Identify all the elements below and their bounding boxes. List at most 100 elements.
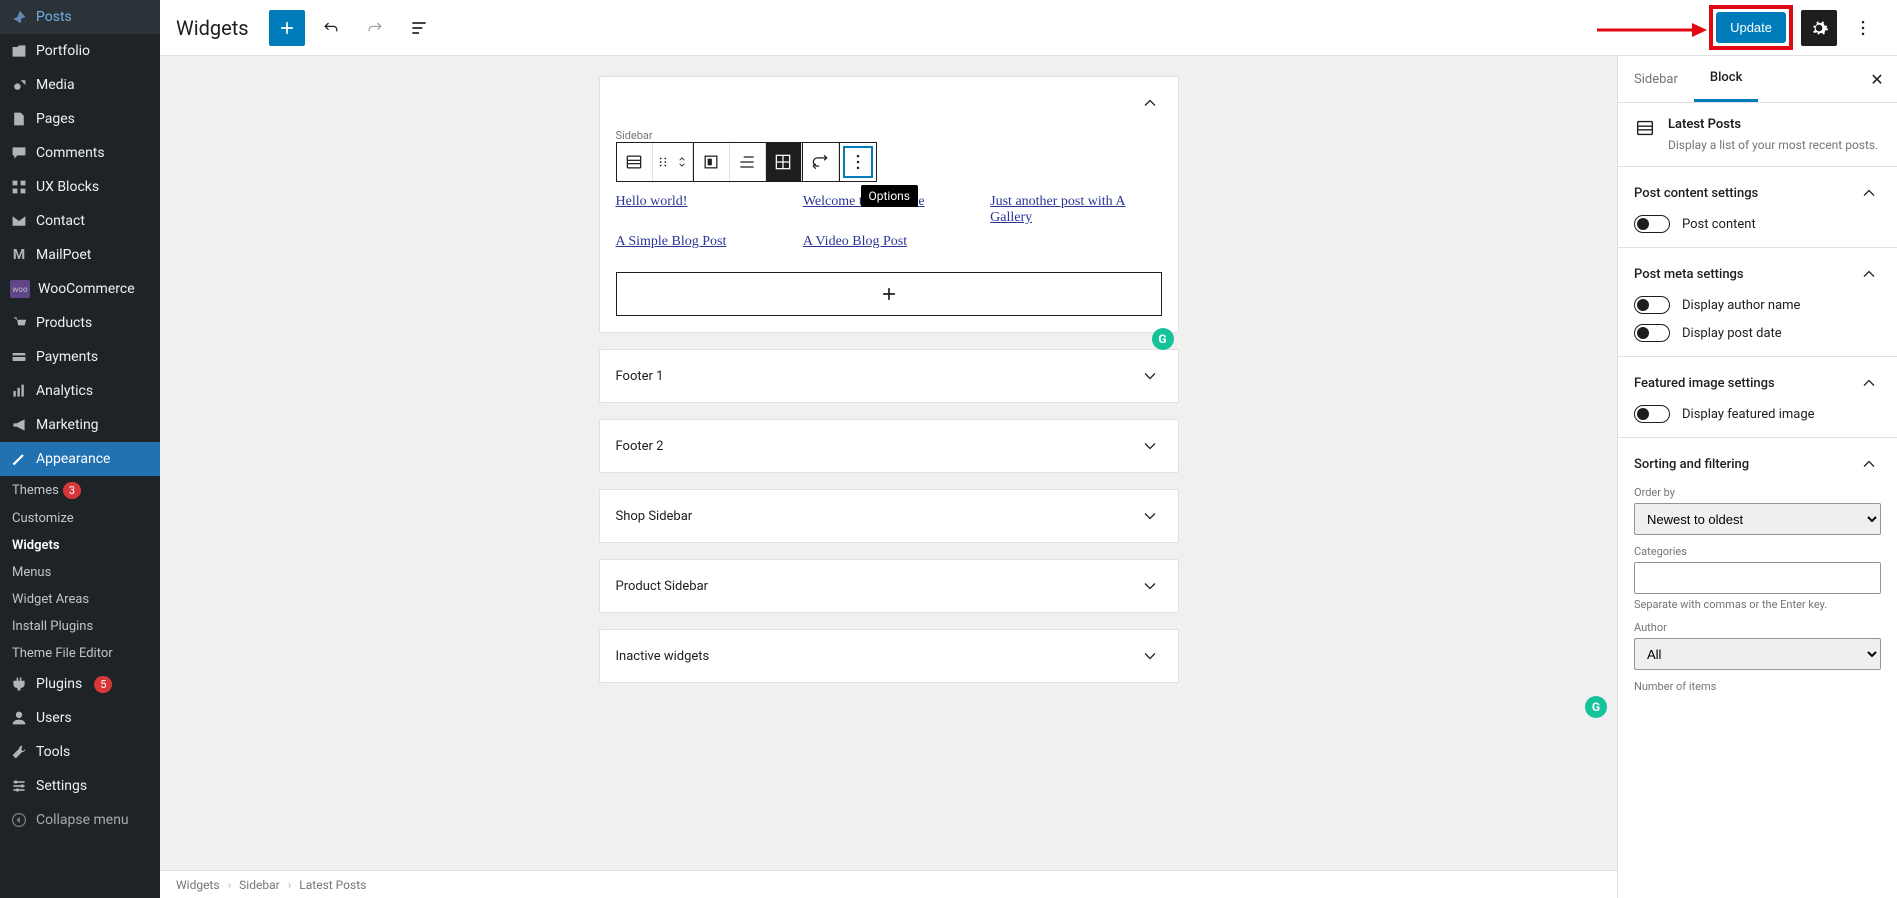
menu-appearance[interactable]: Appearance: [0, 442, 160, 476]
plugins-badge: 5: [94, 676, 112, 693]
main: Widgets Update: [160, 0, 1897, 898]
submenu-theme-file-editor[interactable]: Theme File Editor: [0, 640, 160, 667]
section-sorting[interactable]: Sorting and filtering: [1634, 452, 1881, 476]
chevron-up-icon: [1857, 262, 1881, 286]
submenu-widgets[interactable]: Widgets: [0, 532, 160, 559]
chevron-up-icon: [1857, 371, 1881, 395]
menu-users[interactable]: Users: [0, 701, 160, 735]
admin-sidebar: Posts Portfolio Media Pages Comments UX …: [0, 0, 160, 898]
menu-posts[interactable]: Posts: [0, 0, 160, 34]
widget-area-header[interactable]: Shop Sidebar: [600, 490, 1178, 542]
submenu-widget-areas[interactable]: Widget Areas: [0, 586, 160, 613]
menu-woocommerce[interactable]: wooWooCommerce: [0, 272, 160, 306]
themes-badge: 3: [63, 482, 81, 499]
list-view-button[interactable]: [401, 10, 437, 46]
update-button[interactable]: Update: [1716, 12, 1786, 43]
widget-area-header[interactable]: Inactive widgets: [600, 630, 1178, 682]
tab-sidebar[interactable]: Sidebar: [1618, 58, 1694, 101]
move-handle[interactable]: [673, 143, 693, 181]
menu-collapse[interactable]: Collapse menu: [0, 803, 160, 837]
grammarly-icon[interactable]: G: [1152, 328, 1174, 350]
widget-area-header[interactable]: Product Sidebar: [600, 560, 1178, 612]
menu-settings[interactable]: Settings: [0, 769, 160, 803]
submenu-menus[interactable]: Menus: [0, 559, 160, 586]
crumb-widgets[interactable]: Widgets: [176, 878, 220, 892]
post-link[interactable]: Hello world!: [616, 194, 787, 226]
section-post-content[interactable]: Post content settings: [1634, 181, 1881, 205]
order-by-select[interactable]: Newest to oldest: [1634, 503, 1881, 535]
pin-icon: [10, 8, 28, 26]
submenu-install-plugins[interactable]: Install Plugins: [0, 613, 160, 640]
block-title: Latest Posts: [1668, 117, 1878, 132]
menu-uxblocks[interactable]: UX Blocks: [0, 170, 160, 204]
close-settings-button[interactable]: ✕: [1857, 70, 1897, 89]
post-link[interactable]: A Simple Blog Post: [616, 234, 787, 250]
menu-payments[interactable]: Payments: [0, 340, 160, 374]
settings-tabs: Sidebar Block ✕: [1618, 56, 1897, 103]
widget-area-footer-2: Footer 2: [599, 419, 1179, 473]
mail-icon: [10, 212, 28, 230]
users-icon: [10, 709, 28, 727]
menu-products[interactable]: Products: [0, 306, 160, 340]
block-options-button[interactable]: [840, 143, 876, 181]
widget-area-sidebar-header[interactable]: [600, 77, 1178, 129]
redo-button[interactable]: [357, 10, 393, 46]
menu-marketing[interactable]: Marketing: [0, 408, 160, 442]
chevron-up-icon: [1857, 452, 1881, 476]
toggle-post-date[interactable]: [1634, 324, 1670, 342]
grammarly-icon[interactable]: G: [1585, 696, 1607, 718]
menu-comments[interactable]: Comments: [0, 136, 160, 170]
align-button[interactable]: [694, 143, 730, 181]
menu-contact[interactable]: Contact: [0, 204, 160, 238]
blocks-icon: [10, 178, 28, 196]
tools-icon: [10, 743, 28, 761]
menu-media[interactable]: Media: [0, 68, 160, 102]
grid-view-button[interactable]: [766, 143, 802, 181]
submenu-customize[interactable]: Customize: [0, 505, 160, 532]
toggle-featured-image[interactable]: [1634, 405, 1670, 423]
editor-canvas[interactable]: Sidebar: [160, 56, 1617, 898]
categories-input[interactable]: [1634, 562, 1881, 594]
widget-area-header[interactable]: Footer 1: [600, 350, 1178, 402]
post-link[interactable]: A Video Blog Post: [803, 234, 974, 250]
settings-toggle-button[interactable]: [1801, 10, 1837, 46]
toggle-author-name[interactable]: [1634, 296, 1670, 314]
crumb-sidebar[interactable]: Sidebar: [239, 878, 280, 892]
chevron-up-icon: [1857, 181, 1881, 205]
list-view-button-2[interactable]: [730, 143, 766, 181]
add-block-button[interactable]: [269, 10, 305, 46]
crumb-latest-posts[interactable]: Latest Posts: [299, 878, 366, 892]
menu-portfolio[interactable]: Portfolio: [0, 34, 160, 68]
drag-handle[interactable]: [653, 143, 673, 181]
appearance-icon: [10, 450, 28, 468]
post-link[interactable]: Just another post with A Gallery: [990, 194, 1161, 226]
section-featured-image[interactable]: Featured image settings: [1634, 371, 1881, 395]
section-post-meta[interactable]: Post meta settings: [1634, 262, 1881, 286]
toggle-post-content[interactable]: [1634, 215, 1670, 233]
widget-area-header[interactable]: Footer 2: [600, 420, 1178, 472]
woo-icon: woo: [10, 280, 30, 298]
menu-analytics[interactable]: Analytics: [0, 374, 160, 408]
menu-plugins[interactable]: Plugins5: [0, 667, 160, 701]
block-breadcrumb: Widgets › Sidebar › Latest Posts: [160, 870, 1617, 898]
portfolio-icon: [10, 42, 28, 60]
add-block-appender[interactable]: [616, 272, 1162, 316]
plugins-icon: [10, 675, 28, 693]
author-select[interactable]: All: [1634, 638, 1881, 670]
number-items-label: Number of items: [1634, 680, 1881, 693]
undo-button[interactable]: [313, 10, 349, 46]
menu-pages[interactable]: Pages: [0, 102, 160, 136]
more-options-button[interactable]: [1845, 10, 1881, 46]
widget-area-sidebar: Sidebar: [599, 76, 1179, 333]
transform-button[interactable]: [803, 143, 839, 181]
widget-area-footer-1: Footer 1: [599, 349, 1179, 403]
menu-tools[interactable]: Tools: [0, 735, 160, 769]
analytics-icon: [10, 382, 28, 400]
tab-block[interactable]: Block: [1694, 56, 1758, 102]
block-type-button[interactable]: [617, 143, 653, 181]
chevron-down-icon: [1138, 434, 1162, 458]
submenu-themes[interactable]: Themes3: [0, 476, 160, 505]
chevron-down-icon: [1138, 644, 1162, 668]
menu-mailpoet[interactable]: MMailPoet: [0, 238, 160, 272]
media-icon: [10, 76, 28, 94]
